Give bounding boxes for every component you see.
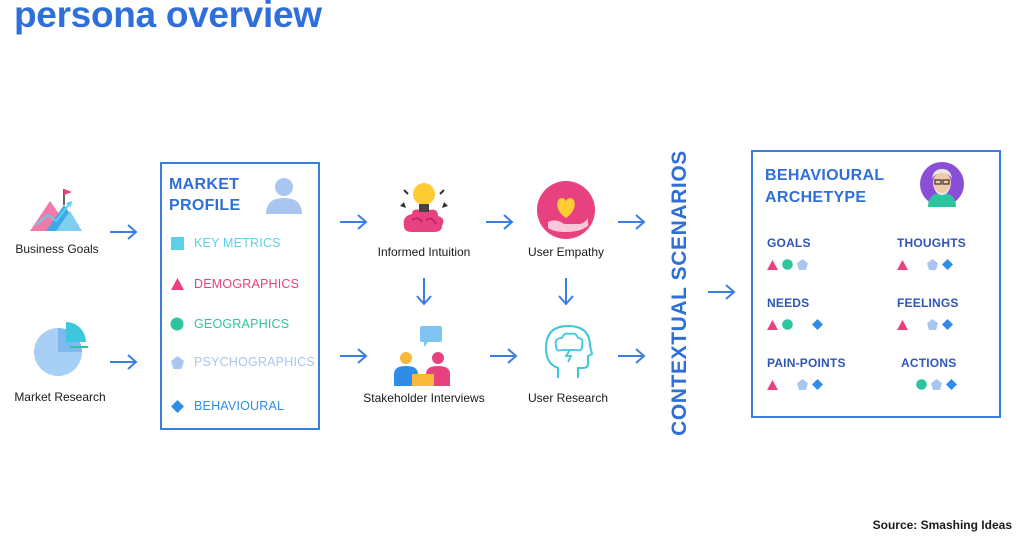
legend-psychographics: PSYCHOGRAPHICS <box>170 355 315 369</box>
informed-intuition-label: Informed Intuition <box>377 245 471 259</box>
arrow-right-icon <box>490 348 518 364</box>
arrow-right-icon <box>340 348 368 364</box>
pentagon-icon <box>927 317 938 330</box>
triangle-icon <box>767 377 778 390</box>
market-research-label: Market Research <box>14 390 106 404</box>
diamond-icon <box>170 399 184 413</box>
archetype-section-thoughts: THOUGHTS <box>897 236 966 270</box>
legend-psychographics-label: PSYCHOGRAPHICS <box>194 355 315 369</box>
user-empathy-label: User Empathy <box>527 245 605 259</box>
archetype-section-goals: GOALS <box>767 236 822 270</box>
pentagon-icon <box>797 257 808 270</box>
arrow-down-icon <box>416 278 432 306</box>
archetype-section-marks <box>767 316 823 330</box>
legend-demographics: DEMOGRAPHICS <box>170 277 299 291</box>
archetype-section-needs: NEEDS <box>767 296 823 330</box>
page-title: persona overview <box>14 0 322 35</box>
archetype-section-marks <box>897 316 959 330</box>
archetype-section-label: ACTIONS <box>901 356 957 370</box>
legend-geographics-label: GEOGRAPHICS <box>194 317 290 331</box>
pentagon-icon <box>170 355 184 369</box>
legend-key-metrics: KEY METRICS <box>170 236 281 250</box>
arrow-right-icon <box>110 224 138 240</box>
stakeholder-interviews-label: Stakeholder Interviews <box>363 391 485 405</box>
legend-geographics: GEOGRAPHICS <box>170 317 289 331</box>
user-icon <box>266 178 302 214</box>
archetype-section-label: PAIN-POINTS <box>767 356 846 370</box>
triangle-icon <box>767 317 778 330</box>
archetype-section-label: THOUGHTS <box>897 236 966 250</box>
arrow-right-icon <box>618 348 646 364</box>
market-research-node: Market Research <box>10 318 110 408</box>
legend-behavioural: BEHAVIOURAL <box>170 399 284 413</box>
archetype-section-marks <box>767 376 846 390</box>
archetype-section-feelings: FEELINGS <box>897 296 959 330</box>
archetype-section-label: GOALS <box>767 236 811 250</box>
archetype-section-marks <box>897 256 966 270</box>
source-credit: Source: Smashing Ideas <box>872 518 1012 532</box>
diamond-icon <box>942 257 953 270</box>
diamond-icon <box>942 317 953 330</box>
triangle-icon <box>897 317 908 330</box>
business-goals-label: Business Goals <box>15 242 99 256</box>
triangle-icon <box>170 277 184 291</box>
legend-demographics-label: DEMOGRAPHICS <box>194 277 300 291</box>
contextual-scenarios-label: CONTEXTUAL SCENARIOS <box>668 150 691 436</box>
brain-lightbulb-icon <box>400 183 448 232</box>
diamond-icon <box>812 377 823 390</box>
mountain-flag-icon <box>30 189 82 231</box>
circle-icon <box>782 257 793 270</box>
archetype-section-pain-points: PAIN-POINTS <box>767 356 846 390</box>
arrow-right-icon <box>340 214 368 230</box>
archetype-section-label: NEEDS <box>767 296 810 310</box>
diamond-icon <box>812 317 823 330</box>
archetype-section-marks <box>767 256 822 270</box>
market-profile-title: MARKET PROFILE <box>169 174 240 216</box>
behavioural-archetype-title: BEHAVIOURAL ARCHETYPE <box>765 165 884 209</box>
square-icon <box>170 236 184 250</box>
behavioural-archetype-title-line1: BEHAVIOURAL <box>765 167 885 184</box>
legend-key-metrics-label: KEY METRICS <box>194 236 281 250</box>
archetype-section-actions: ACTIONS <box>901 356 957 390</box>
triangle-icon <box>897 257 908 270</box>
pentagon-icon <box>797 377 808 390</box>
archetype-section-label: FEELINGS <box>897 296 959 310</box>
circle-icon <box>170 317 184 331</box>
behavioural-archetype-title-line2: ARCHETYPE <box>765 189 867 206</box>
arrow-down-icon <box>558 278 574 306</box>
behavioural-archetype-box: BEHAVIOURAL ARCHETYPE GOALS THOUGHTS NEEDS… <box>751 150 1001 418</box>
stakeholders-icon <box>394 326 450 386</box>
pentagon-icon <box>931 377 942 390</box>
market-profile-box: MARKET PROFILE KEY METRICS DEMOGRAPHICS … <box>160 162 320 430</box>
circle-icon <box>916 377 927 390</box>
arrow-right-icon <box>486 214 514 230</box>
pie-chart-icon <box>34 322 88 376</box>
legend-behavioural-label: BEHAVIOURAL <box>194 399 285 413</box>
circle-icon <box>782 317 793 330</box>
head-research-icon <box>544 324 594 378</box>
business-goals-node: Business Goals <box>14 185 100 265</box>
diamond-icon <box>946 377 957 390</box>
market-profile-title-line2: PROFILE <box>169 197 241 214</box>
triangle-icon <box>767 257 778 270</box>
archetype-section-marks <box>901 376 957 390</box>
avatar-icon <box>920 162 964 207</box>
arrow-right-icon <box>110 354 138 370</box>
market-profile-title-line1: MARKET <box>169 176 240 193</box>
user-research-label: User Research <box>527 391 609 405</box>
pentagon-icon <box>927 257 938 270</box>
arrow-right-icon <box>618 214 646 230</box>
heart-hand-icon <box>537 181 595 239</box>
contextual-scenarios: CONTEXTUAL SCENARIOS <box>666 148 694 438</box>
arrow-right-icon <box>708 284 736 300</box>
